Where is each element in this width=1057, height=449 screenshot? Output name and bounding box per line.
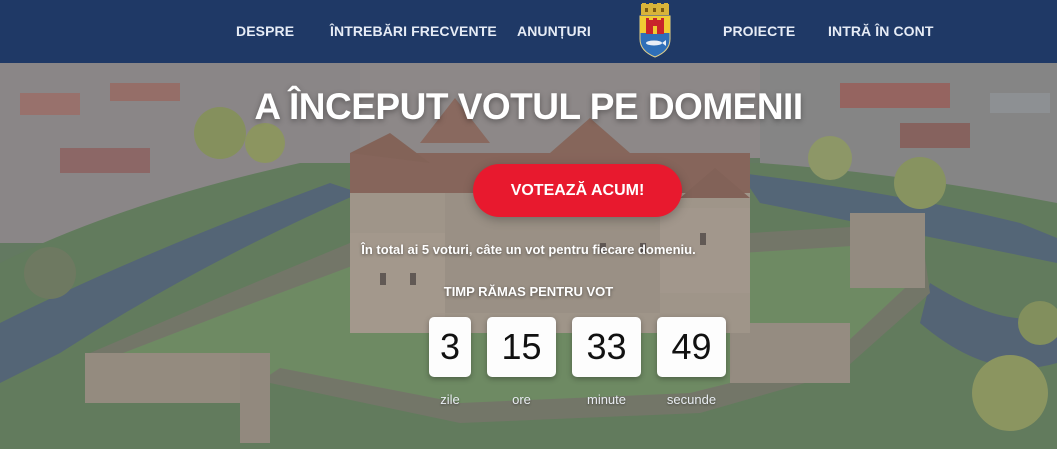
nav-link-intra-in-cont[interactable]: INTRĂ ÎN CONT (828, 23, 934, 39)
hero-title: A ÎNCEPUT VOTUL PE DOMENII (254, 86, 803, 127)
nav-link-despre[interactable]: DESPRE (236, 23, 294, 39)
countdown-minutes-unit: minute (586, 392, 627, 407)
top-navigation: DESPRE ÎNTREBĂRI FRECVENTE ANUNȚURI PROI… (0, 0, 1057, 63)
nav-link-intrebari-frecvente[interactable]: ÎNTREBĂRI FRECVENTE (330, 23, 497, 39)
hero-section: A ÎNCEPUT VOTUL PE DOMENII VOTEAZĂ ACUM!… (0, 63, 1057, 449)
countdown-minutes-value: 33 (572, 317, 641, 377)
countdown-seconds-unit: secunde (666, 392, 717, 407)
city-coat-of-arms-icon[interactable] (636, 3, 674, 59)
countdown-hours-unit: ore (512, 392, 531, 407)
vote-now-button[interactable]: VOTEAZĂ ACUM! (473, 164, 682, 217)
countdown-hours-value: 15 (487, 317, 556, 377)
countdown-days-unit: zile (440, 392, 460, 407)
nav-link-anunturi[interactable]: ANUNȚURI (517, 23, 591, 39)
vote-info-text: În total ai 5 voturi, câte un vot pentru… (361, 242, 696, 257)
nav-link-proiecte[interactable]: PROIECTE (723, 23, 795, 39)
countdown-days-value: 3 (429, 317, 471, 377)
countdown-seconds-value: 49 (657, 317, 726, 377)
countdown-label: TIMP RĂMAS PENTRU VOT (443, 284, 614, 299)
